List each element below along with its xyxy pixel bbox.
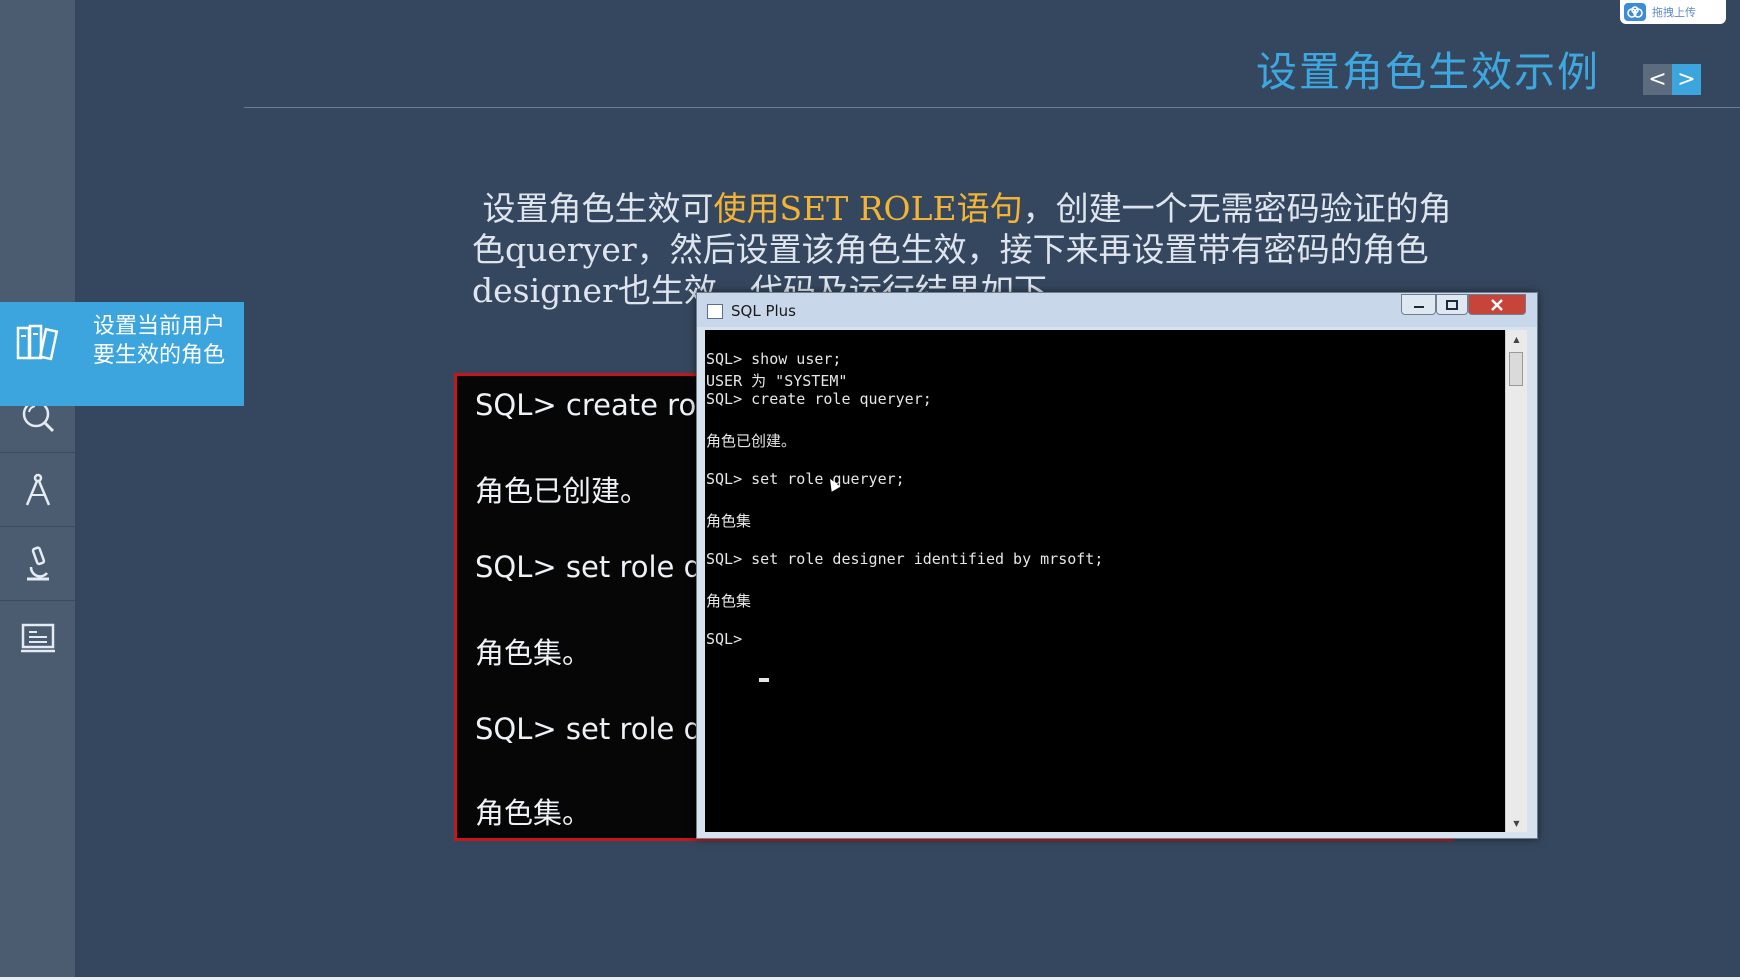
- console-line: SQL> set role queryer;: [706, 470, 905, 488]
- books-icon: [16, 324, 59, 361]
- console-line: SQL> set role designer identified by mrs…: [706, 550, 1104, 568]
- upload-label: 拖拽上传: [1652, 6, 1696, 19]
- sidebar-item-compass[interactable]: [0, 452, 75, 527]
- window-titlebar[interactable]: SQL Plus: [697, 293, 1537, 327]
- sidebar-item-microscope[interactable]: [0, 526, 75, 601]
- sidebar: [0, 0, 75, 980]
- code-line: SQL> set role de: [475, 712, 720, 746]
- console-line: SQL> create role queryer;: [706, 390, 932, 408]
- minimize-icon: [1413, 305, 1424, 308]
- page-title: 设置角色生效示例: [1256, 48, 1600, 96]
- vertical-scrollbar[interactable]: ▲ ▼: [1505, 330, 1527, 832]
- next-slide-button[interactable]: >: [1672, 64, 1701, 95]
- scroll-down-arrow-icon[interactable]: ▼: [1506, 814, 1527, 832]
- code-line: 角色已创建。: [475, 474, 650, 508]
- code-line: SQL> create role: [475, 388, 723, 422]
- minimize-button[interactable]: [1401, 294, 1436, 315]
- cloud-icon: [1624, 3, 1646, 21]
- console-output[interactable]: SQL> show user; USER 为 "SYSTEM" SQL> cre…: [705, 330, 1505, 832]
- close-icon: [1491, 298, 1503, 311]
- console-line: SQL>: [706, 630, 752, 648]
- close-button[interactable]: [1468, 294, 1526, 315]
- window-title: SQL Plus: [731, 302, 796, 320]
- compass-icon: [25, 473, 50, 506]
- maximize-icon: [1446, 299, 1458, 310]
- code-line: 角色集。: [475, 796, 592, 830]
- sidebar-item-monitor[interactable]: [0, 600, 75, 675]
- maximize-button[interactable]: [1436, 294, 1468, 315]
- paragraph-text-1: 设置角色生效可: [482, 189, 714, 228]
- console-line: USER 为 "SYSTEM": [706, 372, 848, 390]
- monitor-icon: [20, 623, 55, 653]
- presentation-app: 设置当前用户要生效的角色 设置角色生效示例 < > 拖拽上传 设置角色生效可使用…: [0, 0, 1740, 980]
- scroll-thumb[interactable]: [1509, 352, 1523, 386]
- paragraph-highlight: 使用SET ROLE语句: [713, 189, 1023, 228]
- scroll-up-arrow-icon[interactable]: ▲: [1506, 330, 1527, 348]
- upload-button[interactable]: 拖拽上传: [1620, 0, 1726, 24]
- microscope-icon: [26, 546, 49, 581]
- text-cursor: [759, 678, 769, 682]
- sidebar-item-active-chapter[interactable]: 设置当前用户要生效的角色: [0, 302, 244, 406]
- code-line: SQL> set role qu: [475, 550, 721, 584]
- console-line: 角色已创建。: [706, 432, 797, 450]
- window-app-icon: [707, 304, 723, 319]
- sqlplus-window[interactable]: SQL Plus SQL> show user; USER 为 "SYSTEM"…: [696, 292, 1538, 839]
- console-line: 角色集: [706, 592, 752, 610]
- prev-slide-button[interactable]: <: [1643, 64, 1672, 95]
- console-line: 角色集: [706, 512, 752, 530]
- code-line: 角色集。: [475, 636, 592, 670]
- active-chapter-label: 设置当前用户要生效的角色: [92, 314, 225, 368]
- header-divider: [244, 107, 1740, 108]
- console-line: SQL> show user;: [706, 350, 842, 368]
